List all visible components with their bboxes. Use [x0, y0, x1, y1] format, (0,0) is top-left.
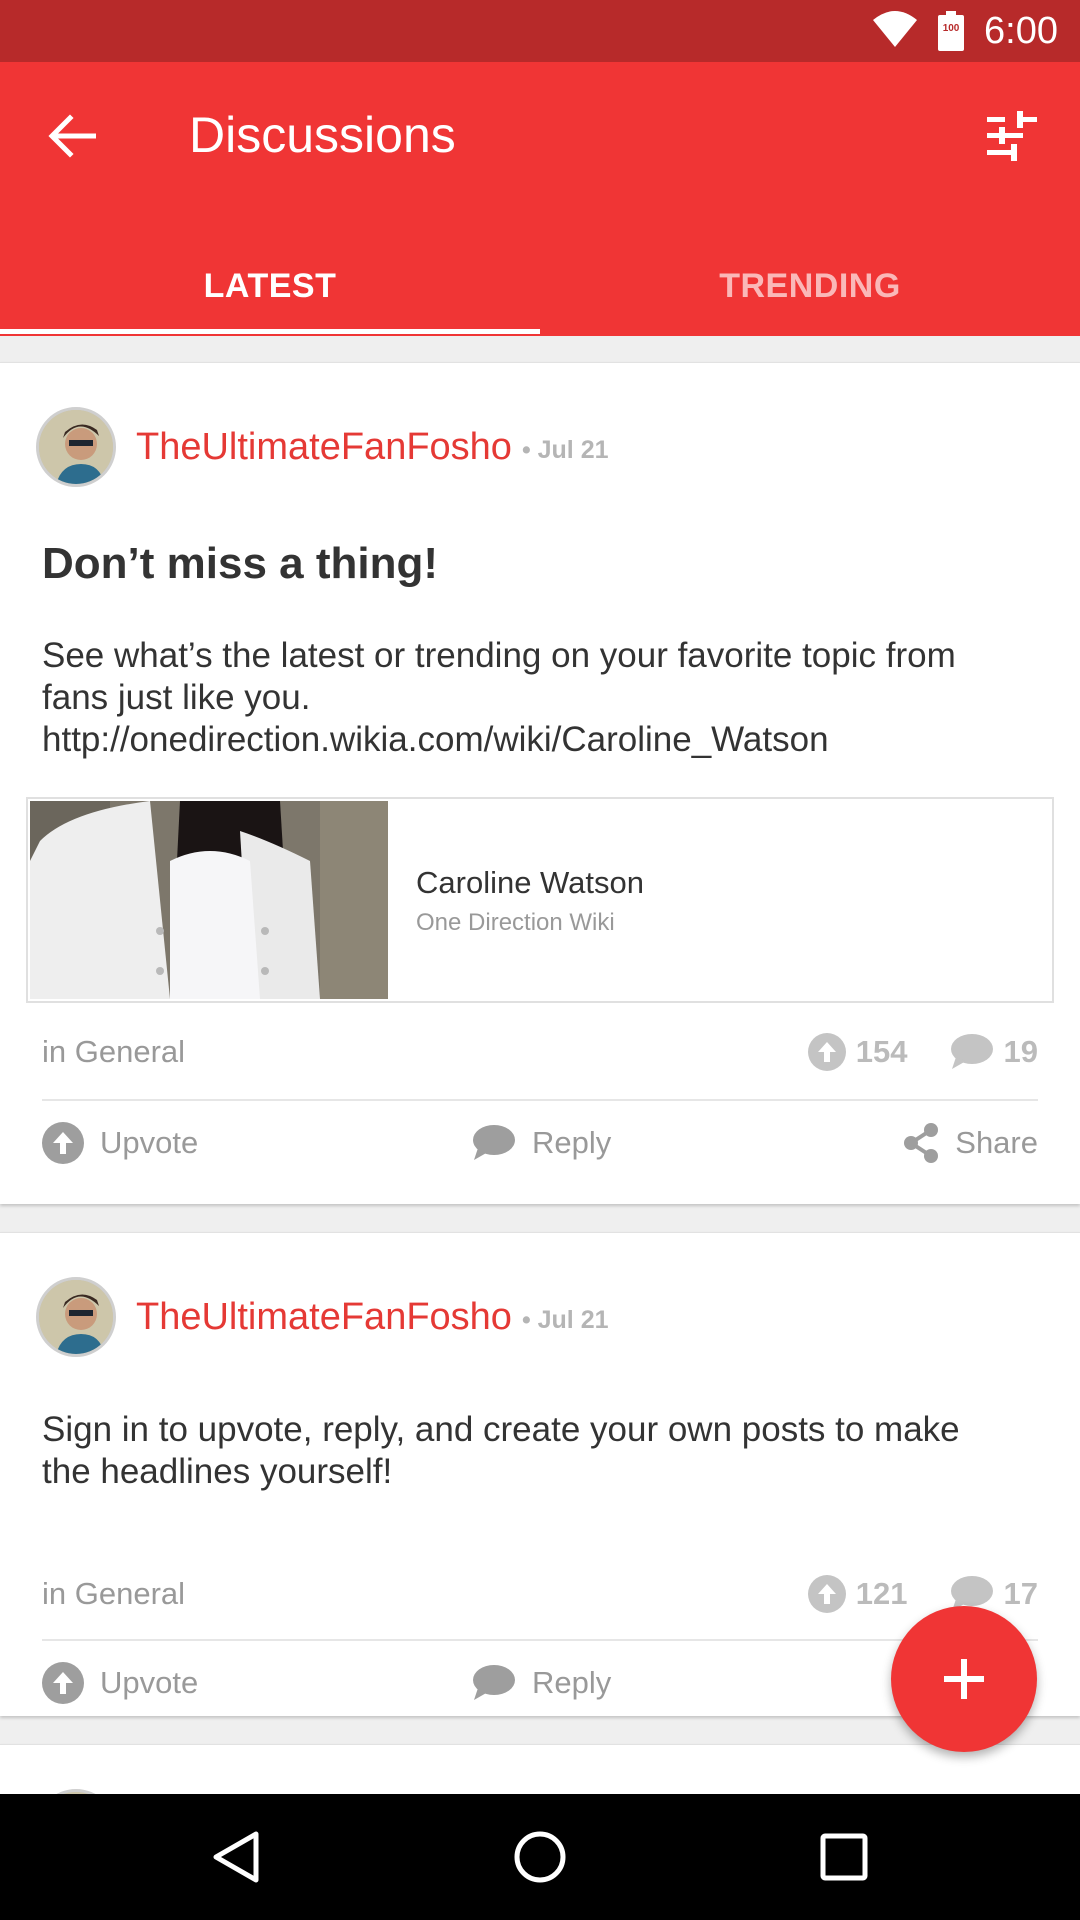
- new-post-button[interactable]: [891, 1606, 1037, 1752]
- post-body: Sign in to upvote, reply, and create you…: [42, 1409, 1042, 1493]
- share-icon: [903, 1123, 939, 1163]
- post-meta-row: in General 154 19: [42, 1027, 1038, 1077]
- post-meta-row: in General 121 17: [42, 1569, 1038, 1619]
- avatar[interactable]: [36, 1277, 116, 1357]
- tab-bar: LATEST TRENDING: [0, 247, 1080, 336]
- post-category[interactable]: in General: [42, 1576, 185, 1612]
- link-preview-thumbnail: [30, 801, 388, 999]
- reply-button[interactable]: Reply: [472, 1113, 611, 1173]
- reply-label: Reply: [532, 1665, 612, 1700]
- upvote-arrow-icon: [42, 1662, 84, 1704]
- tab-indicator: [0, 329, 540, 334]
- nav-home-button[interactable]: [504, 1821, 576, 1893]
- upvote-button[interactable]: Upvote: [42, 1113, 198, 1173]
- post-body-line: Sign in to upvote, reply, and create you…: [42, 1410, 960, 1449]
- post-title: Don’t miss a thing!: [42, 539, 438, 588]
- tab-trending[interactable]: TRENDING: [540, 247, 1080, 336]
- reply-count-value: 17: [1003, 1576, 1038, 1611]
- upvote-button[interactable]: Upvote: [42, 1653, 198, 1713]
- tune-sliders-icon: [987, 111, 1037, 161]
- post-card[interactable]: TheUltimateFanFosho • Jul 21 Don’t miss …: [0, 362, 1080, 1204]
- post-date: • Jul 21: [521, 1305, 609, 1334]
- app-bar: Discussions LATEST TRENDING: [0, 62, 1080, 336]
- reply-label: Reply: [532, 1125, 612, 1160]
- post-author-row: TheUltimateFanFosho • Jul 21: [36, 1277, 609, 1357]
- plus-icon: [944, 1659, 984, 1699]
- divider: [42, 1099, 1038, 1101]
- upvote-arrow-icon: [42, 1122, 84, 1164]
- post-actions: Upvote Reply Share: [42, 1113, 1038, 1173]
- back-button[interactable]: [40, 104, 104, 168]
- upvote-label: Upvote: [100, 1665, 199, 1700]
- upvote-count: 154: [807, 1033, 908, 1071]
- comment-bubble-icon: [950, 1033, 994, 1071]
- reply-count: 19: [950, 1033, 1038, 1071]
- share-button[interactable]: Share: [903, 1113, 1038, 1173]
- divider: [42, 1639, 1038, 1641]
- comment-bubble-icon: [472, 1124, 516, 1162]
- author-name[interactable]: TheUltimateFanFosho: [136, 1296, 512, 1339]
- upvote-arrow-icon: [807, 1033, 846, 1071]
- nav-back-button[interactable]: [200, 1821, 272, 1893]
- recents-square-icon: [820, 1833, 868, 1881]
- post-category[interactable]: in General: [42, 1034, 185, 1070]
- back-triangle-icon: [213, 1831, 259, 1883]
- post-author-row: TheUltimateFanFosho • Jul 21: [36, 407, 609, 487]
- post-body-line: the headlines yourself!: [42, 1452, 393, 1491]
- post-stats: 121 17: [807, 1575, 1038, 1613]
- nav-recents-button[interactable]: [808, 1821, 880, 1893]
- clock: 6:00: [984, 9, 1058, 52]
- post-link[interactable]: http://onedirection.wikia.com/wiki/Carol…: [42, 719, 1042, 761]
- tab-latest[interactable]: LATEST: [0, 247, 540, 336]
- upvote-count-value: 154: [855, 1034, 908, 1069]
- link-preview-title: Caroline Watson: [416, 865, 645, 900]
- upvote-count: 121: [807, 1575, 908, 1613]
- page-title: Discussions: [189, 107, 456, 163]
- status-icons: 100 6:00: [872, 0, 1058, 62]
- system-nav-bar: [0, 1794, 1080, 1920]
- author-name[interactable]: TheUltimateFanFosho: [136, 426, 512, 469]
- link-preview-card[interactable]: Caroline Watson One Direction Wiki: [26, 797, 1054, 1003]
- home-circle-icon: [514, 1831, 566, 1883]
- share-label: Share: [955, 1125, 1038, 1160]
- comment-bubble-icon: [472, 1664, 516, 1702]
- arrow-back-icon: [48, 114, 96, 158]
- post-body-line: See what’s the latest or trending on you…: [42, 636, 956, 675]
- reply-count-value: 19: [1003, 1034, 1038, 1069]
- wifi-icon: [872, 10, 918, 53]
- filter-button[interactable]: [980, 104, 1044, 168]
- post-date: • Jul 21: [521, 435, 609, 464]
- post-stats: 154 19: [807, 1033, 1038, 1071]
- post-body: See what’s the latest or trending on you…: [42, 635, 1042, 761]
- status-bar: 100 6:00: [0, 0, 1080, 62]
- battery-level: 100: [942, 23, 960, 34]
- upvote-count-value: 121: [855, 1576, 908, 1611]
- upvote-label: Upvote: [100, 1125, 199, 1160]
- avatar[interactable]: [36, 407, 116, 487]
- battery-icon: 100: [938, 11, 965, 51]
- post-actions: Upvote Reply: [42, 1653, 1038, 1713]
- upvote-arrow-icon: [807, 1575, 846, 1613]
- link-preview-site: One Direction Wiki: [416, 909, 615, 936]
- post-body-line: fans just like you.: [42, 678, 311, 717]
- reply-button[interactable]: Reply: [472, 1653, 611, 1713]
